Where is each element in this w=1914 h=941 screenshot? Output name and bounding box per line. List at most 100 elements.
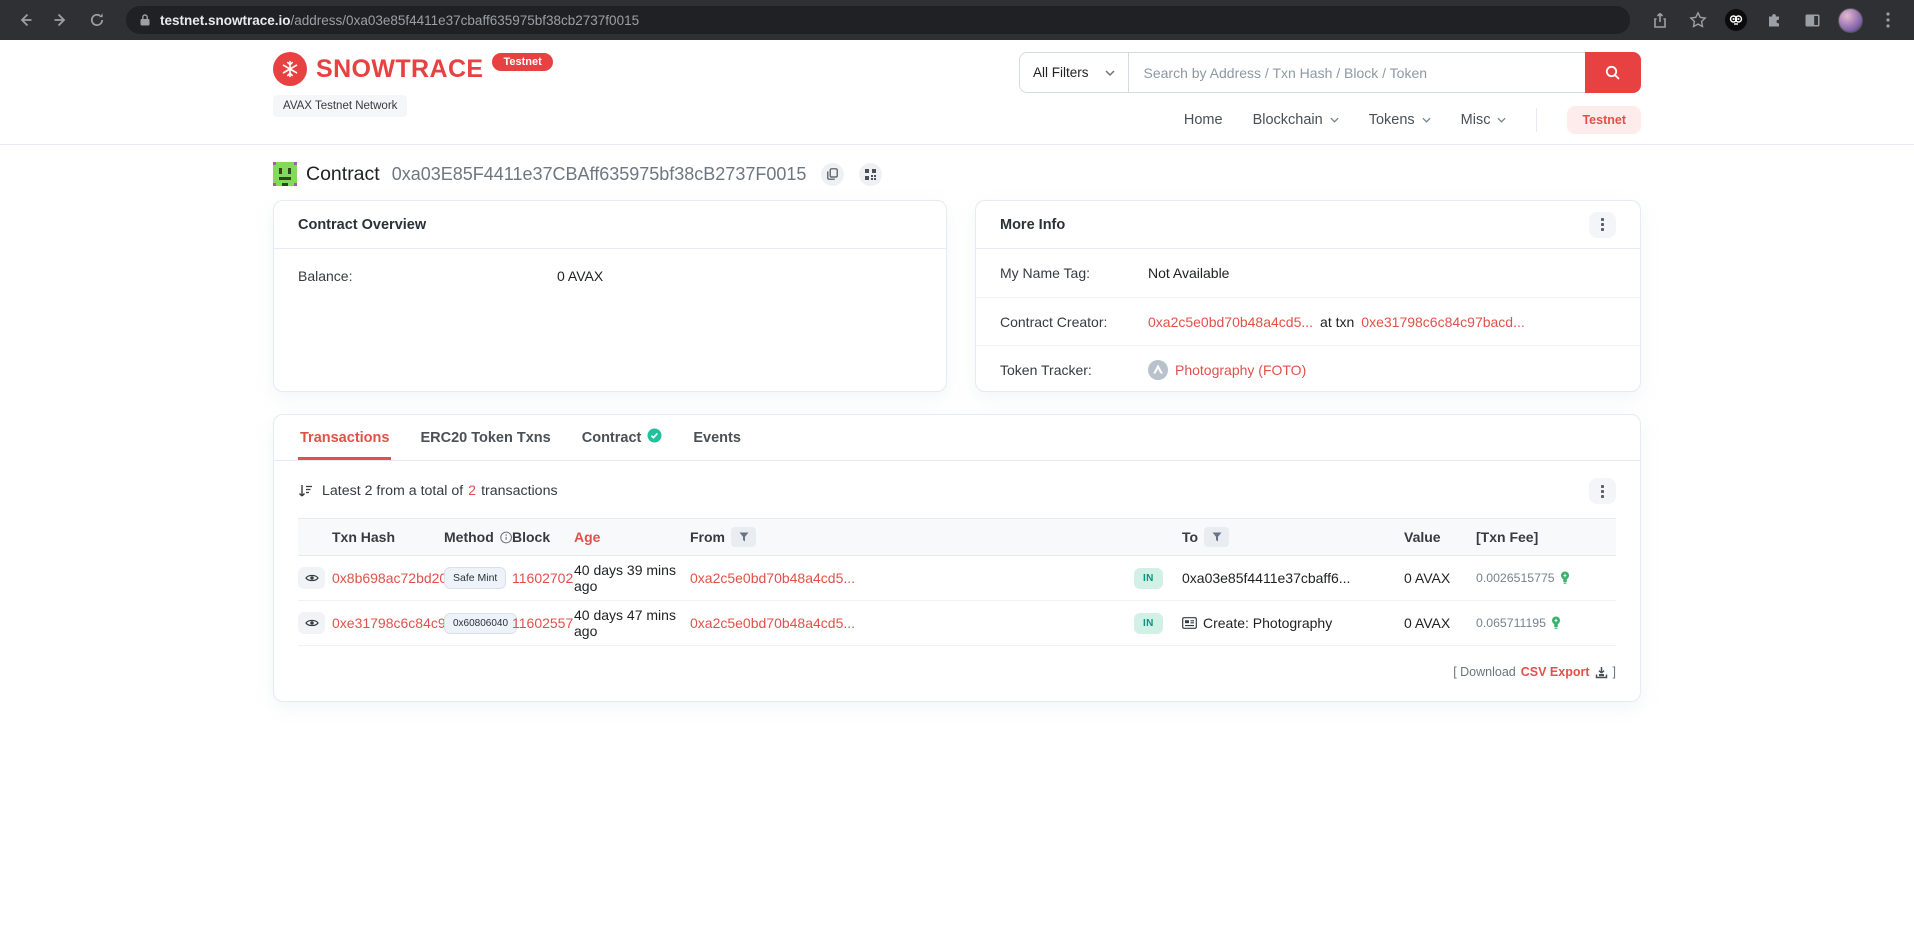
puzzle-icon bbox=[1766, 12, 1783, 29]
gas-bulb-icon[interactable] bbox=[1551, 616, 1561, 630]
at-txn-text: at txn bbox=[1320, 314, 1354, 330]
sort-icon bbox=[298, 484, 313, 498]
url-bar[interactable]: testnet.snowtrace.io/address/0xa03e85f44… bbox=[126, 6, 1630, 34]
eye-icon bbox=[305, 618, 319, 628]
creator-address-link[interactable]: 0xa2c5e0bd70b48a4cd5... bbox=[1148, 314, 1313, 330]
to-address: 0xa03e85f4411e37cbaff6... bbox=[1182, 570, 1404, 586]
txn-row: 0xe31798c6c84c97bacd... 0x60806040 11602… bbox=[298, 601, 1616, 646]
col-block: Block bbox=[512, 529, 574, 545]
txn-hash-link[interactable]: 0xe31798c6c84c97bacd... bbox=[332, 615, 444, 631]
txn-row: 0x8b698ac72bd20b2a64... Safe Mint 116027… bbox=[298, 556, 1616, 601]
txn-fee-cell: 0.0026515775 bbox=[1476, 571, 1616, 585]
contract-creator-label: Contract Creator: bbox=[1000, 314, 1148, 330]
url-path: /address/0xa03e85f4411e37cbaff635975bf38… bbox=[291, 13, 640, 28]
snowflake-logo-icon bbox=[273, 52, 307, 86]
download-icon bbox=[1595, 666, 1608, 679]
eye-icon bbox=[305, 573, 319, 583]
block-link[interactable]: 11602557 bbox=[512, 615, 574, 631]
copy-address-button[interactable] bbox=[821, 163, 844, 186]
from-filter-button[interactable] bbox=[731, 527, 756, 547]
brand-block: SNOWTRACE Testnet AVAX Testnet Network bbox=[273, 52, 553, 117]
transactions-menu-button[interactable] bbox=[1589, 478, 1616, 504]
from-address-link[interactable]: 0xa2c5e0bd70b48a4cd5... bbox=[690, 615, 1134, 631]
age-value: 40 days 47 mins ago bbox=[574, 607, 690, 639]
search-button[interactable] bbox=[1585, 52, 1641, 93]
info-icon[interactable] bbox=[500, 531, 512, 544]
main-nav: Home Blockchain Tokens Misc Testnet bbox=[1184, 106, 1641, 134]
col-from-label: From bbox=[690, 529, 725, 545]
from-address-link[interactable]: 0xa2c5e0bd70b48a4cd5... bbox=[690, 570, 1134, 586]
browser-extensions-button[interactable] bbox=[1758, 5, 1790, 35]
more-info-menu-button[interactable] bbox=[1589, 212, 1616, 238]
creator-txn-link[interactable]: 0xe31798c6c84c97bacd... bbox=[1361, 314, 1524, 330]
filter-select-label: All Filters bbox=[1033, 65, 1089, 80]
txn-preview-button[interactable] bbox=[298, 567, 325, 589]
browser-bookmark-button[interactable] bbox=[1682, 5, 1714, 35]
share-icon bbox=[1652, 12, 1668, 29]
snowtrace-logo[interactable]: SNOWTRACE bbox=[273, 52, 483, 86]
summary-suffix: transactions bbox=[481, 483, 558, 499]
transactions-summary: Latest 2 from a total of 2 transactions bbox=[298, 461, 1616, 518]
txn-hash-link[interactable]: 0x8b698ac72bd20b2a64... bbox=[332, 570, 444, 586]
browser-forward-button[interactable] bbox=[46, 5, 76, 35]
table-header-row: Txn Hash Method Block Age From To Value … bbox=[298, 518, 1616, 556]
method-badge: Safe Mint bbox=[444, 567, 506, 589]
site-header: SNOWTRACE Testnet AVAX Testnet Network A… bbox=[0, 40, 1914, 145]
download-prefix: [ Download bbox=[1453, 665, 1516, 679]
reload-icon bbox=[89, 12, 105, 28]
csv-export-link[interactable]: CSV Export bbox=[1521, 665, 1590, 679]
name-tag-value: Not Available bbox=[1148, 265, 1229, 281]
qr-code-button[interactable] bbox=[859, 163, 882, 186]
search-input[interactable] bbox=[1129, 52, 1585, 93]
to-create-label: Create: Photography bbox=[1203, 615, 1332, 631]
url-text: testnet.snowtrace.io/address/0xa03e85f44… bbox=[160, 13, 639, 28]
tab-events[interactable]: Events bbox=[691, 415, 743, 460]
balance-value: 0 AVAX bbox=[557, 268, 603, 284]
page-title-row: Contract 0xa03E85F4411e37CBAff635975bf38… bbox=[273, 162, 1641, 186]
browser-back-button[interactable] bbox=[10, 5, 40, 35]
age-value: 40 days 39 mins ago bbox=[574, 562, 690, 594]
browser-share-button[interactable] bbox=[1644, 5, 1676, 35]
nav-item-home[interactable]: Home bbox=[1184, 112, 1223, 128]
tab-contract[interactable]: Contract bbox=[580, 415, 665, 460]
contract-icon bbox=[1182, 617, 1197, 629]
brand-name: SNOWTRACE bbox=[316, 55, 483, 84]
browser-extension-owl[interactable] bbox=[1720, 5, 1752, 35]
block-link[interactable]: 11602702 bbox=[512, 570, 574, 586]
col-age[interactable]: Age bbox=[574, 529, 690, 545]
col-txn-fee: [Txn Fee] bbox=[1476, 529, 1616, 545]
more-info-card: More Info My Name Tag: Not Available Con… bbox=[975, 200, 1641, 392]
arrow-right-icon bbox=[53, 12, 69, 28]
chevron-down-icon bbox=[1105, 70, 1115, 76]
balance-row: Balance: 0 AVAX bbox=[274, 249, 946, 303]
nav-item-tokens[interactable]: Tokens bbox=[1369, 112, 1431, 128]
browser-sidepanel-button[interactable] bbox=[1796, 5, 1828, 35]
nav-item-misc[interactable]: Misc bbox=[1461, 112, 1507, 128]
nav-blockchain-label: Blockchain bbox=[1253, 112, 1323, 128]
browser-reload-button[interactable] bbox=[82, 5, 112, 35]
token-tracker-label: Token Tracker: bbox=[1000, 362, 1148, 378]
col-txn-hash: Txn Hash bbox=[332, 529, 444, 545]
funnel-icon bbox=[1212, 532, 1222, 542]
browser-profile-button[interactable] bbox=[1834, 5, 1866, 35]
brand-testnet-badge: Testnet bbox=[492, 53, 552, 71]
download-suffix: ] bbox=[1613, 665, 1616, 679]
token-tracker-link[interactable]: Photography (FOTO) bbox=[1175, 362, 1306, 378]
txn-preview-button[interactable] bbox=[298, 612, 325, 634]
nav-item-blockchain[interactable]: Blockchain bbox=[1253, 112, 1339, 128]
main-content: Contract 0xa03E85F4411e37CBAff635975bf38… bbox=[273, 162, 1641, 702]
nav-testnet-badge[interactable]: Testnet bbox=[1567, 106, 1641, 134]
search-filter-select[interactable]: All Filters bbox=[1019, 52, 1129, 93]
tab-transactions[interactable]: Transactions bbox=[298, 415, 391, 460]
chevron-down-icon bbox=[1330, 117, 1339, 123]
nav-home-label: Home bbox=[1184, 112, 1223, 128]
to-filter-button[interactable] bbox=[1204, 527, 1229, 547]
method-badge: 0x60806040 bbox=[444, 613, 517, 634]
tab-erc20-token-txns[interactable]: ERC20 Token Txns bbox=[418, 415, 552, 460]
browser-menu-button[interactable] bbox=[1872, 5, 1904, 35]
transactions-card: Transactions ERC20 Token Txns Contract E… bbox=[273, 414, 1641, 702]
balance-label: Balance: bbox=[298, 268, 557, 284]
col-to-label: To bbox=[1182, 529, 1198, 545]
csv-export-row: [ Download CSV Export ] bbox=[298, 665, 1616, 679]
gas-bulb-icon[interactable] bbox=[1560, 571, 1570, 585]
